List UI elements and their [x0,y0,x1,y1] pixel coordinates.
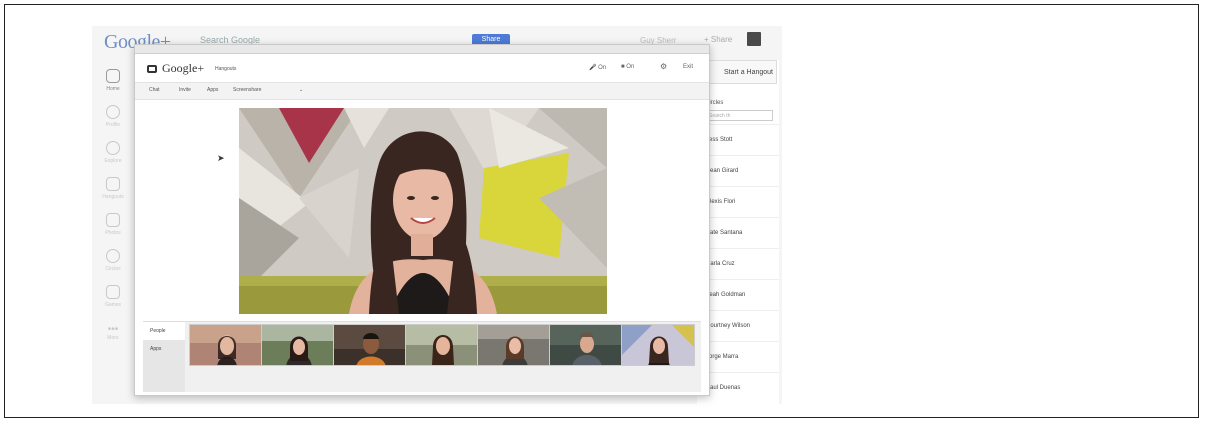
home-icon [106,68,120,83]
profile-icon [106,104,120,119]
participant-thumbnail[interactable] [405,324,479,366]
start-hangout-button[interactable]: Start a Hangout [703,60,777,84]
tool-invite[interactable]: Invite [179,87,191,93]
video-image [239,108,607,314]
tool-screenshare[interactable]: Screenshare [233,87,261,93]
explore-icon [106,140,120,155]
nav-item-circles[interactable]: Circles [92,242,134,278]
tool-apps[interactable]: Apps [207,87,218,93]
nav-item-photos[interactable]: Photos [92,206,134,242]
photos-icon [106,212,120,227]
participant-thumbnail[interactable] [261,324,335,366]
mouse-cursor-icon: ➤ [217,153,225,163]
tab-apps[interactable]: Apps [143,340,185,358]
circles-search-input[interactable]: Search th [705,110,773,121]
participant-thumbnail[interactable] [477,324,551,366]
mic-state: On [598,65,607,71]
plus-share-link[interactable]: + Share [704,35,732,44]
tab-people[interactable]: People [143,322,185,340]
hangouts-icon [106,176,120,191]
nav-label: Games [104,301,122,308]
circles-icon [106,248,120,263]
nav-label: Home [106,85,120,92]
nav-label: Profile [105,121,121,128]
nav-label: Circles [105,265,121,272]
hangout-brand: Google+ [162,61,205,75]
nav-item-home[interactable]: Home [92,62,134,98]
nav-item-games[interactable]: Games [92,278,134,314]
participant-filmstrip: People Apps [143,321,701,392]
games-icon [106,284,120,299]
filmstrip-tabs: People Apps [143,322,185,392]
nav-item-hangouts[interactable]: Hangouts [92,170,134,206]
camera-icon [147,65,157,73]
nav-label: Explore [104,157,122,164]
participant-thumbnail[interactable] [621,324,695,366]
hangout-brand-sub: Hangouts [215,66,237,72]
nav-item-more[interactable]: ••• More [92,314,134,350]
left-nav: Home Profile Explore Hangouts Photos Cir… [92,62,134,350]
exit-button[interactable]: Exit [683,64,693,70]
participant-thumbnail[interactable] [333,324,407,366]
hangout-window: Google+ Hangouts 🎤 On ■ On ⚙ Exit Chat I… [134,44,710,396]
mic-toggle[interactable]: 🎤 On [589,64,606,71]
avatar[interactable] [747,32,761,46]
nav-label: More [107,334,119,341]
camera-toggle[interactable]: ■ On [621,64,634,70]
nav-item-profile[interactable]: Profile [92,98,134,134]
camera-state: On [626,64,635,70]
participant-thumbnails [189,324,695,366]
chevron-down-icon[interactable]: ⌄ [299,87,303,93]
participant-thumbnail[interactable] [549,324,623,366]
nav-label: Photos [105,229,121,236]
hangout-header: Google+ Hangouts 🎤 On ■ On ⚙ Exit [135,54,709,83]
settings-icon[interactable]: ⚙ [660,62,667,71]
more-icon: ••• [107,323,119,335]
hangout-toolbar: Chat Invite Apps Screenshare ⌄ [135,83,709,100]
tool-chat[interactable]: Chat [149,87,160,93]
window-titlebar[interactable] [135,45,709,54]
nav-item-explore[interactable]: Explore [92,134,134,170]
main-video-feed[interactable] [239,108,607,314]
participant-thumbnail[interactable] [189,324,263,366]
nav-label: Hangouts [102,193,124,200]
